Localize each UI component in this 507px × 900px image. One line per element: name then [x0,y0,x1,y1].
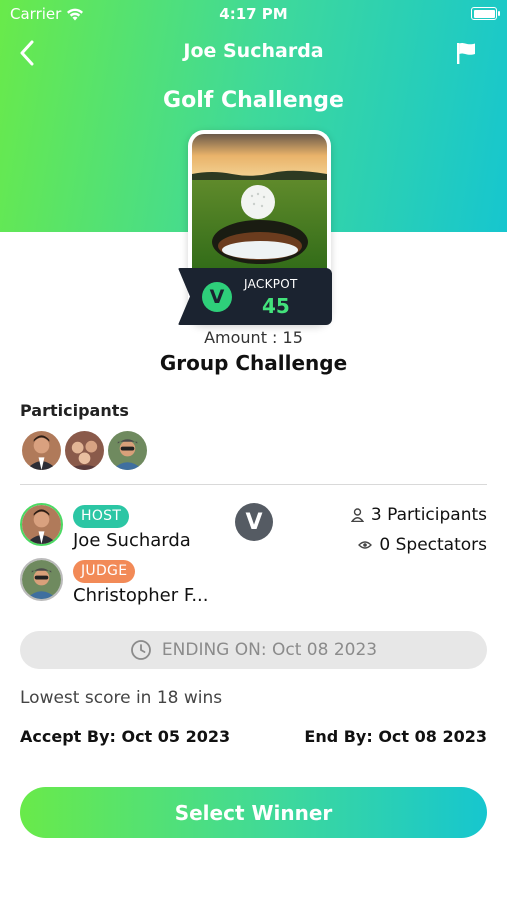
participant-avatar[interactable] [65,431,104,470]
challenge-title: Golf Challenge [163,88,344,113]
ending-date-pill: ENDING ON: Oct 08 2023 [20,631,487,669]
judge-name: Christopher F... [73,585,209,606]
flag-icon [457,42,475,64]
participants-label: Participants [20,401,129,420]
vrbo-v-logo-icon: V [202,282,232,312]
host-badge: HOST [73,505,130,528]
participants-count: 3 Participants [350,505,487,525]
eye-icon [358,541,373,549]
person-icon [350,508,364,522]
participant-avatar[interactable] [22,431,61,470]
spectators-count: 0 Spectators [358,535,487,555]
jackpot-banner: V JACKPOT 45 [178,268,332,325]
report-flag-button[interactable] [451,38,481,68]
host-name: Joe Sucharda [73,530,191,551]
participant-avatar[interactable] [108,431,147,470]
challenge-rule: Lowest score in 18 wins [20,688,223,708]
host-avatar[interactable] [20,503,63,546]
select-winner-button[interactable]: Select Winner [20,787,487,838]
section-divider [20,484,487,485]
challenge-amount: Amount : 15 [204,328,303,347]
status-bar: Carrier 4:17 PM [0,0,507,28]
end-by-date: End By: Oct 08 2023 [304,727,487,746]
spectators-count-label: 0 Spectators [379,535,487,555]
participants-avatars [22,431,151,470]
clock-icon [131,640,151,660]
judge-badge: JUDGE [73,560,136,583]
nav-title: Joe Sucharda [183,40,324,62]
jackpot-value: 45 [262,294,290,318]
participants-count-label: 3 Participants [370,505,487,525]
accept-by-date: Accept By: Oct 05 2023 [20,727,231,746]
jackpot-label: JACKPOT [244,277,298,291]
golf-ball-image [192,134,327,276]
challenge-type: Group Challenge [159,351,348,375]
chevron-left-icon [20,40,34,66]
back-button[interactable] [12,38,42,68]
status-time: 4:17 PM [219,5,288,23]
battery-icon [471,7,500,20]
vrbo-v-logo-icon: V [235,503,273,541]
judge-avatar[interactable] [20,558,63,601]
ending-date-text: ENDING ON: Oct 08 2023 [161,640,378,660]
